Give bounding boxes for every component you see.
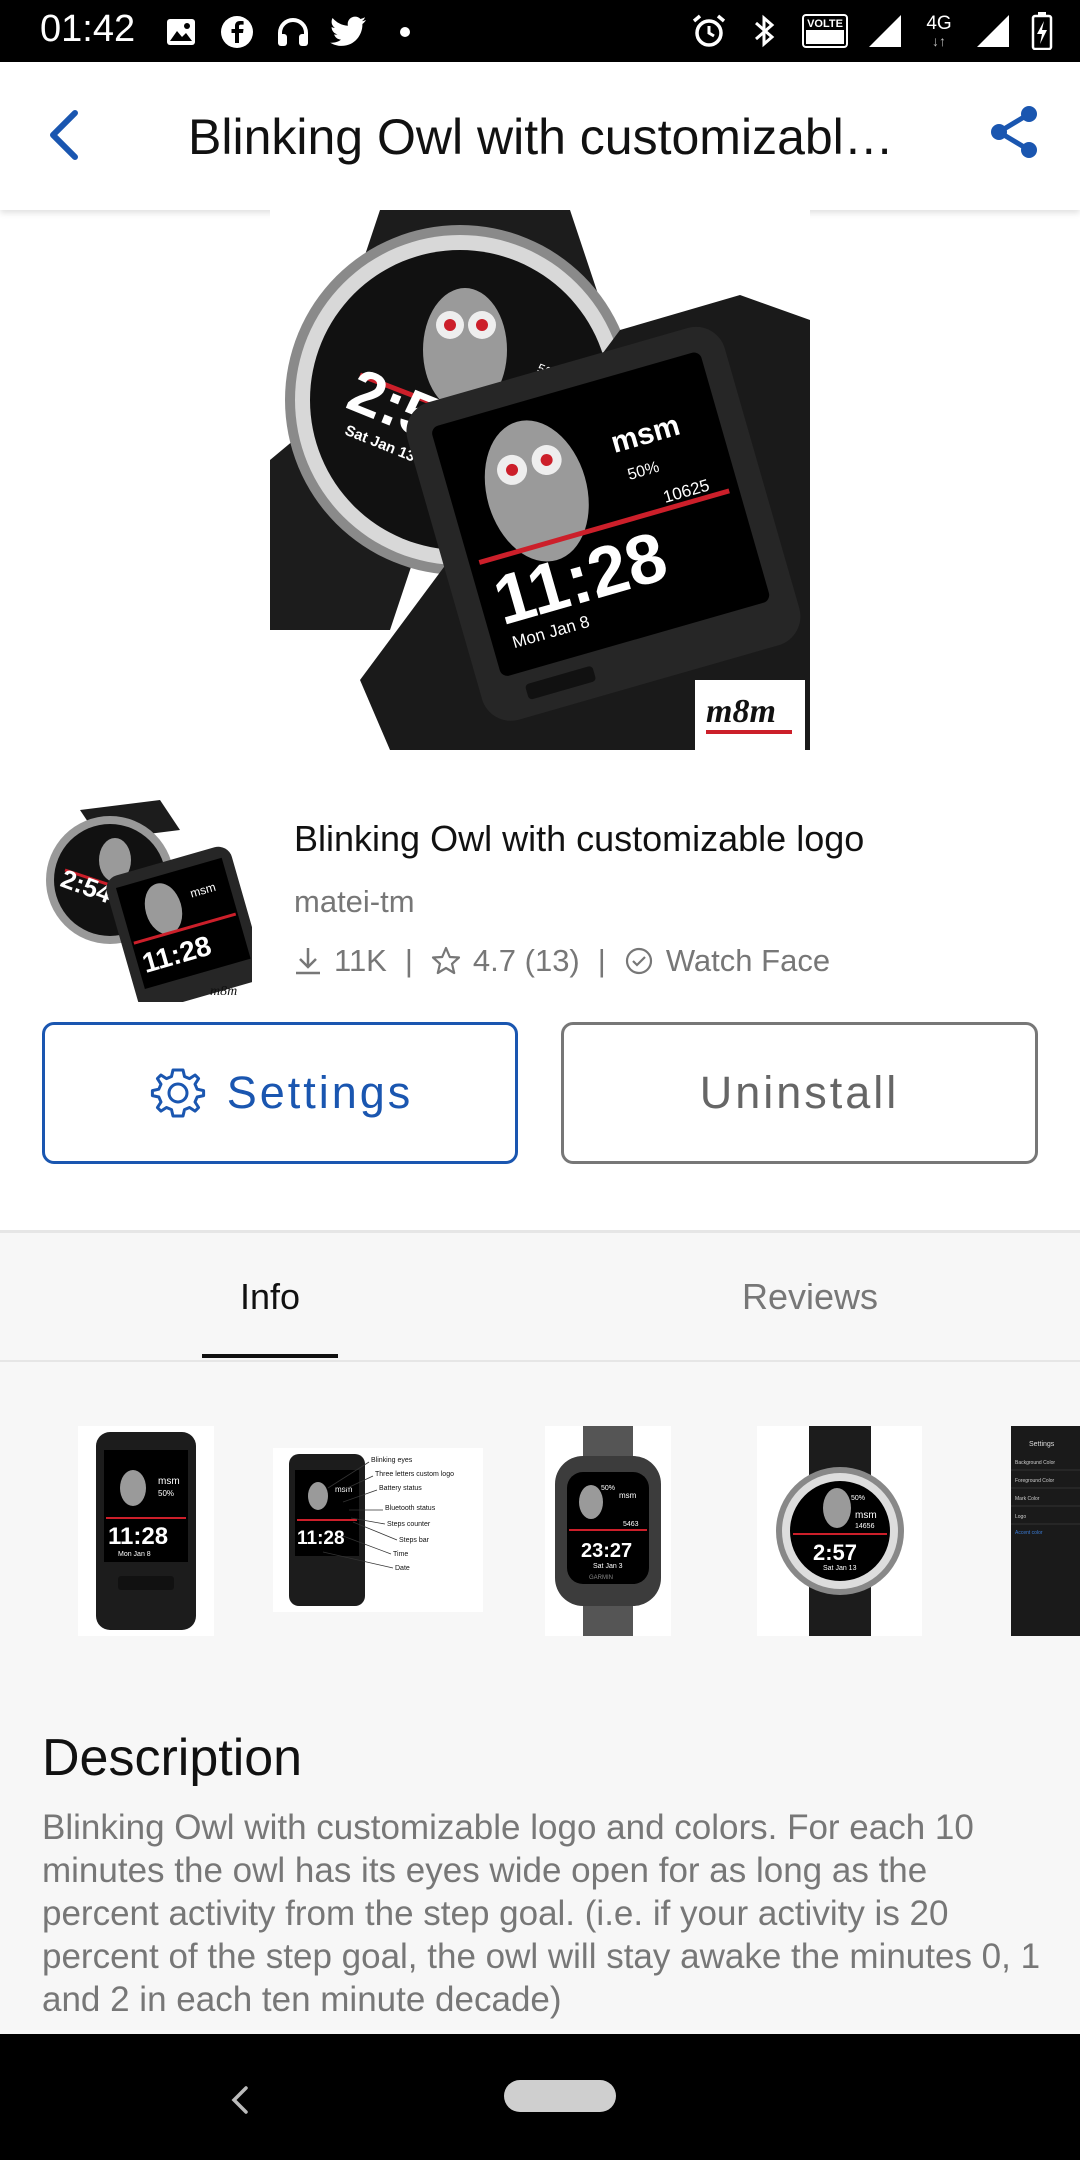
signal-icon bbox=[974, 12, 1012, 50]
shot1-battery: 50% bbox=[158, 1489, 174, 1498]
headphones-icon bbox=[274, 13, 312, 51]
home-pill-icon[interactable] bbox=[504, 2080, 616, 2112]
hero-image: 2:54 Sat Jan 13 msm 13788 50% 11:28 Mon … bbox=[270, 210, 810, 750]
description-heading: Description bbox=[42, 1729, 303, 1787]
shot1-time: 11:28 bbox=[108, 1523, 168, 1550]
developer-link[interactable]: matei-tm bbox=[294, 884, 415, 920]
volte-label: VOLTE bbox=[807, 18, 843, 30]
tab-info[interactable]: Info bbox=[0, 1233, 540, 1360]
annot-label: Battery status bbox=[379, 1485, 422, 1492]
network-label: 4G bbox=[926, 13, 952, 34]
shot3-battery: 50% bbox=[601, 1485, 615, 1492]
rating: 4.7 (13) bbox=[472, 943, 580, 978]
tab-bar: Info Reviews bbox=[0, 1233, 1080, 1363]
shot4-battery: 50% bbox=[851, 1495, 865, 1502]
app-bar: Blinking Owl with customizabl… bbox=[0, 62, 1080, 210]
shot1-logo: msm bbox=[158, 1476, 180, 1487]
shot3-date: Sat Jan 3 bbox=[593, 1563, 623, 1570]
status-bar: 01:42 VOLTE 4G ↓↑ bbox=[0, 0, 1080, 62]
page-title: Blinking Owl with customizabl… bbox=[188, 109, 894, 165]
alarm-icon bbox=[690, 12, 728, 50]
shot3-logo: msm bbox=[619, 1491, 637, 1500]
status-right-icons: VOLTE 4G ↓↑ bbox=[690, 10, 1054, 52]
meta-separator: | bbox=[404, 943, 413, 978]
download-count: 11K bbox=[334, 943, 387, 978]
gear-icon bbox=[150, 1068, 205, 1118]
volte-icon: VOLTE bbox=[802, 12, 848, 50]
shot5-item: Foreground Color bbox=[1015, 1478, 1055, 1484]
shot5-item: Mark Color bbox=[1015, 1496, 1040, 1502]
description-text: Blinking Owl with customizable logo and … bbox=[42, 1808, 1041, 2019]
annot-label: Steps counter bbox=[387, 1521, 431, 1528]
annot-label: Time bbox=[393, 1551, 408, 1558]
share-button[interactable] bbox=[985, 102, 1049, 166]
status-time: 01:42 bbox=[40, 8, 136, 50]
image-icon bbox=[162, 13, 200, 51]
shot3-brand: GARMIN bbox=[589, 1575, 613, 1581]
nav-back-button[interactable] bbox=[220, 2080, 260, 2120]
shot5-item: Logo bbox=[1015, 1514, 1026, 1520]
screenshot-2[interactable]: 11:28 msm Blinking eyes Three letters cu… bbox=[273, 1448, 483, 1612]
signal-icon bbox=[866, 12, 904, 50]
download-icon bbox=[296, 948, 320, 975]
meta-separator: | bbox=[597, 943, 606, 978]
app-thumbnail: 2:54 11:28 msm m8m bbox=[40, 790, 264, 1011]
active-tab-indicator bbox=[202, 1354, 338, 1358]
uninstall-label: Uninstall bbox=[699, 1067, 900, 1118]
facebook-icon bbox=[218, 13, 256, 51]
shot1-date: Mon Jan 8 bbox=[118, 1551, 151, 1558]
annot-label: Three letters custom logo bbox=[375, 1471, 454, 1478]
settings-button[interactable]: Settings bbox=[42, 1022, 518, 1164]
network-4g-icon: 4G ↓↑ bbox=[926, 13, 952, 49]
shot3-time: 23:27 bbox=[581, 1540, 632, 1562]
twitter-icon bbox=[330, 13, 368, 51]
dot-icon bbox=[386, 13, 424, 51]
annot-label: Steps bar bbox=[399, 1537, 430, 1544]
star-icon bbox=[431, 946, 461, 975]
shot4-time: 2:57 bbox=[813, 1540, 857, 1565]
shot5-item: Accent color bbox=[1015, 1530, 1043, 1536]
screenshot-4[interactable]: 2:57 msm 50% 14656 Sat Jan 13 bbox=[757, 1426, 922, 1636]
shot5-header: Settings bbox=[1029, 1441, 1055, 1448]
shot4-date: Sat Jan 13 bbox=[823, 1565, 857, 1572]
shot4-steps: 14656 bbox=[855, 1523, 875, 1530]
shot4-logo: msm bbox=[855, 1510, 877, 1521]
shot3-steps: 5463 bbox=[623, 1521, 639, 1528]
nav-back-icon bbox=[231, 2086, 248, 2114]
shot2-time: 11:28 bbox=[297, 1528, 345, 1549]
app-meta-row: 11K | 4.7 (13) | Watch Face bbox=[294, 940, 830, 982]
screenshot-5[interactable]: Settings Background Color Foreground Col… bbox=[1011, 1426, 1080, 1636]
annot-label: Blinking eyes bbox=[371, 1457, 413, 1464]
app-title: Blinking Owl with customizable logo bbox=[294, 818, 865, 859]
back-button[interactable] bbox=[30, 100, 100, 170]
annot-label: Bluetooth status bbox=[385, 1505, 436, 1512]
uninstall-button[interactable]: Uninstall bbox=[561, 1022, 1038, 1164]
category: Watch Face bbox=[665, 943, 831, 978]
brand-logo: m8m bbox=[706, 693, 776, 730]
annot-label: Date bbox=[395, 1565, 410, 1572]
share-icon bbox=[991, 106, 1037, 158]
thumb-brand: m8m bbox=[210, 984, 237, 999]
battery-charging-icon bbox=[1030, 12, 1054, 50]
status-left-icons bbox=[162, 12, 424, 52]
bluetooth-icon bbox=[746, 12, 784, 50]
settings-label: Settings bbox=[226, 1067, 414, 1118]
shot5-item: Background Color bbox=[1015, 1460, 1055, 1466]
watch-face-icon bbox=[625, 947, 652, 975]
screenshot-1[interactable]: 11:28 msm 50% Mon Jan 8 bbox=[78, 1426, 214, 1636]
tab-reviews[interactable]: Reviews bbox=[540, 1233, 1080, 1360]
chevron-left-icon bbox=[50, 110, 78, 160]
screenshot-3[interactable]: 23:27 msm 50% 5463 Sat Jan 3 GARMIN bbox=[545, 1426, 671, 1636]
